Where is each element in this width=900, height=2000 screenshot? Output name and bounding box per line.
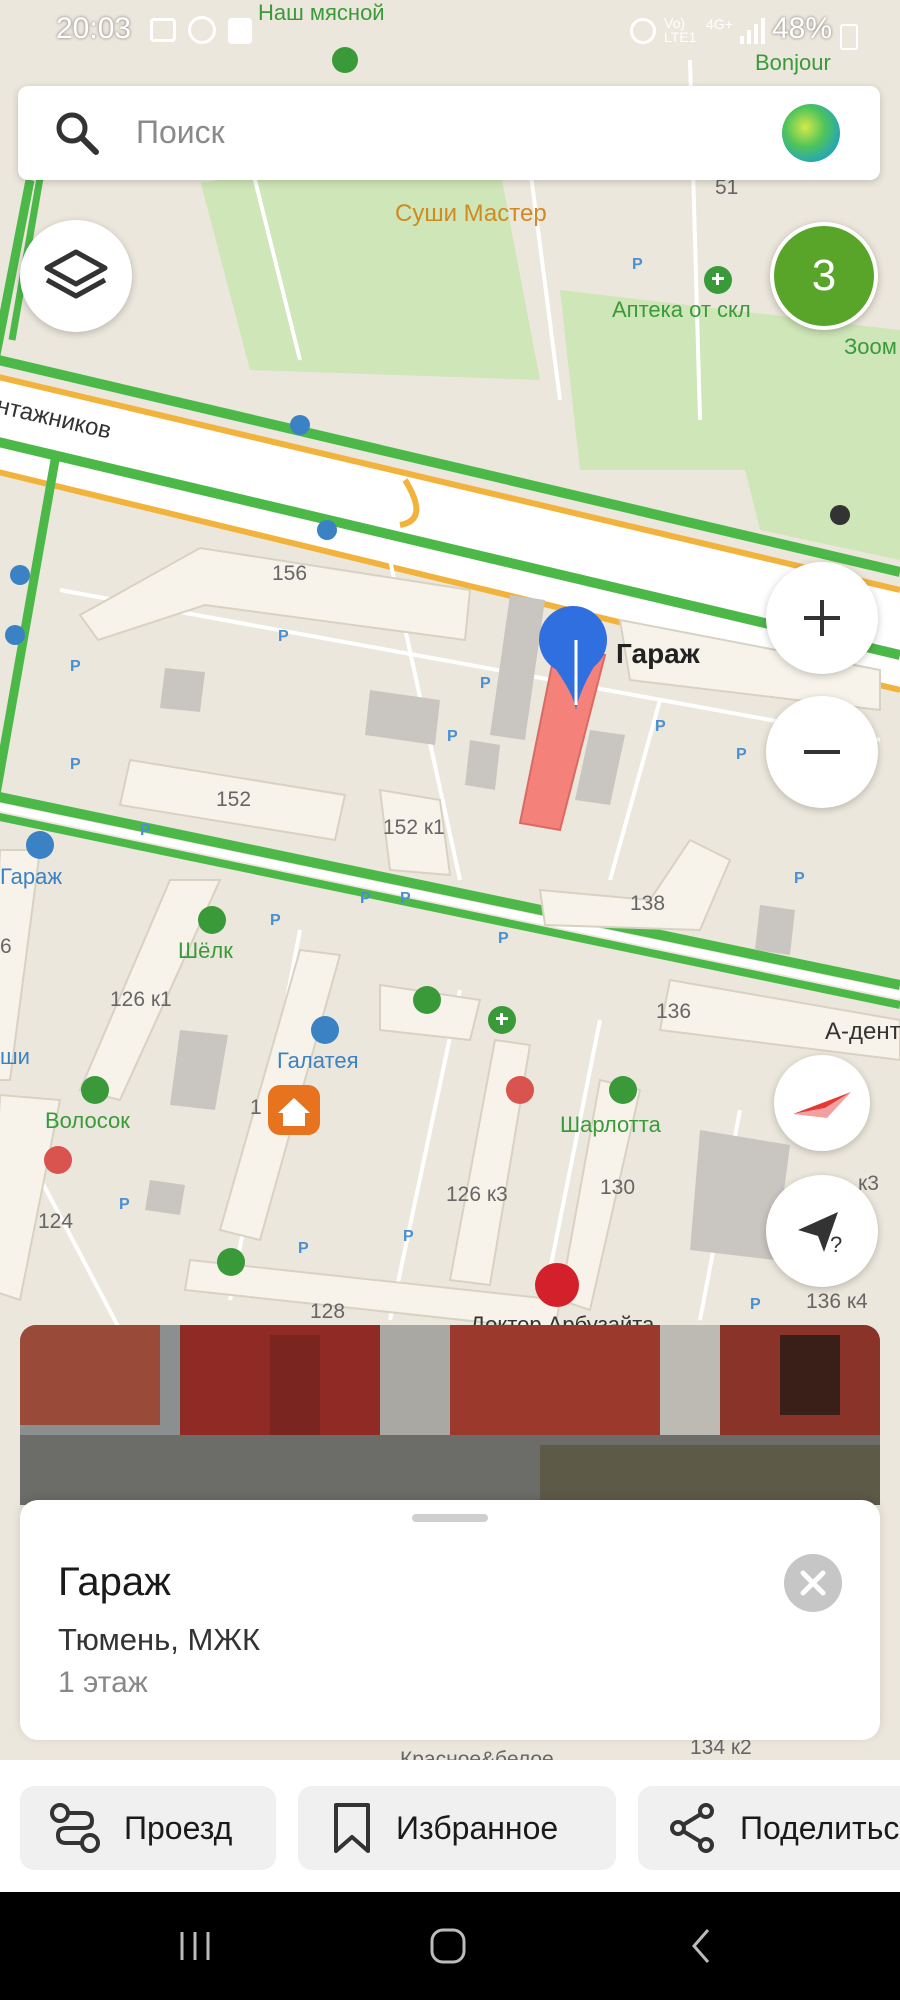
parking-marker: P [140, 822, 151, 839]
share-icon [670, 1803, 714, 1853]
search-icon [56, 112, 99, 155]
place-title: Гараж [58, 1560, 171, 1604]
status-time: 20:03 [56, 12, 132, 45]
house-number: 136 к4 [806, 1290, 868, 1313]
house-number: 124 [38, 1210, 74, 1233]
home-icon[interactable] [428, 1926, 468, 1966]
parking-marker: P [278, 628, 289, 645]
system-nav-bar [0, 1892, 900, 2000]
parking-marker: P [447, 728, 458, 745]
app-notification-icon [228, 18, 252, 44]
alarm-icon [630, 18, 656, 44]
house-number: 136 [656, 1000, 692, 1023]
minus-icon [804, 750, 840, 754]
parking-marker: P [480, 675, 491, 692]
poi-label[interactable]: ши [0, 1044, 30, 1070]
svg-text:?: ? [830, 1232, 842, 1256]
battery-percent: 48% [772, 12, 833, 45]
poi-label[interactable]: Зоом [844, 334, 897, 360]
search-input[interactable]: Поиск [136, 114, 225, 151]
share-button[interactable]: Поделиться [638, 1786, 900, 1870]
parking-marker: P [70, 658, 81, 675]
parking-marker: P [655, 718, 666, 735]
parking-marker: P [632, 256, 643, 273]
house-number: 126 к3 [446, 1183, 508, 1206]
close-icon [800, 1570, 826, 1596]
house-number: 156 [272, 562, 308, 585]
poi-label[interactable]: Шарлотта [560, 1112, 661, 1138]
garage-photo-image [20, 1325, 880, 1505]
my-location-button[interactable]: ? [766, 1175, 878, 1287]
parking-marker: P [119, 1196, 130, 1213]
house-number: 128 [310, 1300, 346, 1323]
house-number: 138 [630, 892, 666, 915]
place-floor: 1 этаж [58, 1666, 148, 1699]
parking-marker: P [360, 890, 371, 907]
signal-lte-icon: Vo) LTE1 [664, 15, 697, 45]
poi-label[interactable]: А-дент [825, 1018, 900, 1046]
whatsapp-icon [188, 16, 216, 44]
parking-marker: P [70, 756, 81, 773]
route-button[interactable]: Проезд [20, 1786, 276, 1870]
favorite-button[interactable]: Избранное [298, 1786, 616, 1870]
location-arrow-icon: ? [798, 1212, 842, 1256]
search-bar[interactable]: Поиск [18, 86, 880, 180]
place-photo[interactable] [20, 1325, 880, 1505]
battery-icon [840, 24, 858, 50]
4g-icon: 4G+ [706, 16, 733, 32]
parking-marker: P [270, 912, 281, 929]
poi-label[interactable]: Галатея [277, 1048, 358, 1074]
share-label: Поделиться [740, 1809, 900, 1846]
poi-label[interactable]: Шёлк [178, 938, 233, 964]
bookmark-icon [334, 1803, 370, 1853]
place-card[interactable]: Гараж Тюмень, МЖК 1 этаж [20, 1500, 880, 1740]
plus-icon [804, 600, 840, 636]
voice-assistant-icon[interactable] [782, 104, 840, 162]
gallery-icon [150, 18, 176, 42]
zoom-out-button[interactable] [766, 696, 878, 808]
house-number: 152 к1 [383, 816, 445, 839]
poi-label[interactable]: Гараж [0, 864, 62, 890]
house-number: 152 [216, 788, 252, 811]
house-number: 6 [0, 935, 12, 958]
parking-marker: P [794, 870, 805, 887]
poi-label[interactable]: Волосок [45, 1108, 130, 1134]
layers-icon [44, 249, 108, 299]
route-label: Проезд [124, 1809, 233, 1846]
place-address: Тюмень, МЖК [58, 1622, 261, 1657]
parking-marker: P [750, 1296, 761, 1313]
poi-label[interactable]: Суши Мастер [395, 200, 547, 228]
selected-place-label[interactable]: Гараж [616, 638, 700, 670]
drag-handle[interactable] [412, 1514, 488, 1522]
status-bar: 20:03 Vo) LTE1 4G+ 48% [0, 0, 900, 62]
action-bar: Проезд Избранное Поделиться [0, 1760, 900, 1892]
parking-marker: P [498, 930, 509, 947]
signal-bars-icon [740, 18, 765, 44]
house-number: 126 к1 [110, 988, 172, 1011]
house-number: 1 [250, 1096, 262, 1119]
parking-marker: P [298, 1240, 309, 1257]
cluster-badge[interactable]: 3 [770, 222, 878, 330]
parking-marker: P [736, 746, 747, 763]
back-icon[interactable] [686, 1926, 716, 1966]
parking-marker: P [403, 1228, 414, 1245]
poi-label[interactable]: Аптека от скл [612, 297, 751, 323]
parking-marker: P [400, 890, 411, 907]
favorite-label: Избранное [396, 1809, 559, 1846]
recent-apps-icon[interactable] [176, 1928, 214, 1964]
compass-icon [793, 1092, 851, 1118]
close-button[interactable] [784, 1554, 842, 1612]
route-icon [50, 1803, 100, 1853]
zoom-in-button[interactable] [766, 562, 878, 674]
compass-button[interactable] [774, 1055, 870, 1151]
house-number: 130 [600, 1176, 636, 1199]
layers-button[interactable] [20, 220, 132, 332]
